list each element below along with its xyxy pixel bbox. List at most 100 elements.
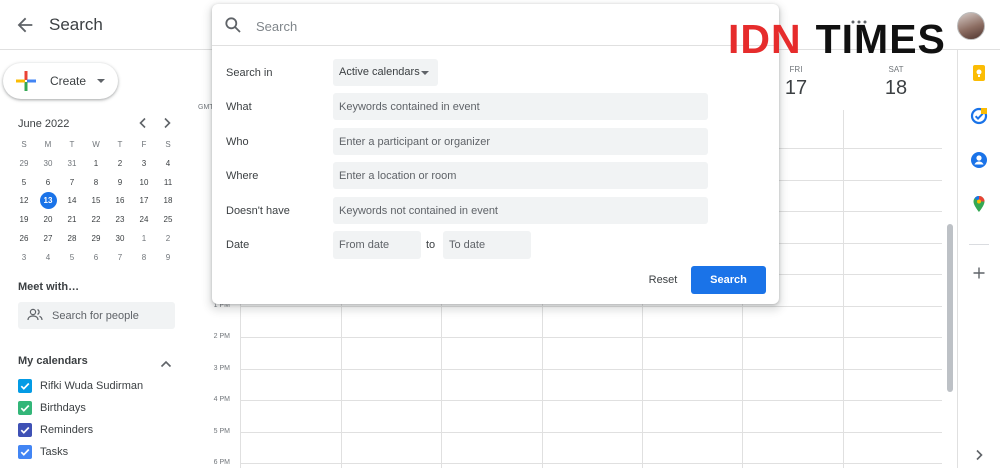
mini-calendar-day[interactable]: 9 [156, 249, 180, 268]
watermark-part-idn: IDN [728, 16, 802, 62]
mini-calendar-day[interactable]: 15 [84, 192, 108, 211]
where-label: Where [226, 170, 259, 182]
mini-calendar-day[interactable]: 24 [132, 211, 156, 230]
expand-icon[interactable] [970, 446, 988, 464]
hour-label: 4 PM [213, 396, 230, 403]
search-input[interactable] [256, 15, 736, 37]
mini-calendar-day[interactable]: 8 [84, 174, 108, 193]
to-date-field[interactable] [443, 231, 531, 259]
weekday-label: W [92, 140, 100, 149]
hour-label: 2 PM [213, 333, 230, 340]
mini-calendar-day[interactable]: 22 [84, 211, 108, 230]
hour-label: 6 PM [213, 459, 230, 466]
chevron-right-icon[interactable] [161, 117, 173, 132]
search-button[interactable]: Search [691, 266, 766, 294]
mini-calendar-day[interactable]: 6 [84, 249, 108, 268]
add-icon[interactable] [970, 264, 988, 282]
mini-calendar-day[interactable]: 16 [108, 192, 132, 211]
mini-calendar-day[interactable]: 31 [60, 155, 84, 174]
mini-calendar-day[interactable]: 5 [12, 174, 36, 193]
search-in-label: Search in [226, 67, 273, 79]
what-field[interactable] [333, 93, 708, 120]
contacts-icon[interactable] [970, 151, 988, 169]
hour-gridline [240, 337, 942, 338]
mini-calendar-day[interactable]: 18 [156, 192, 180, 211]
day-number[interactable]: 18 [861, 77, 931, 100]
checkbox-checked-icon[interactable] [18, 401, 32, 415]
weekday-label: T [69, 140, 75, 149]
mini-calendar-day[interactable]: 14 [60, 192, 84, 211]
side-panel [957, 50, 1000, 468]
mini-calendar-day[interactable]: 6 [36, 174, 60, 193]
doesnt-have-field[interactable] [333, 197, 708, 224]
search-icon [224, 16, 242, 39]
mini-calendar-day[interactable]: 13 [36, 192, 60, 211]
mini-calendar-day[interactable]: 3 [12, 249, 36, 268]
side-panel-divider [969, 244, 989, 245]
people-icon [27, 308, 43, 327]
search-in-select[interactable]: Active calendars [333, 59, 438, 86]
doesnt-have-label: Doesn't have [226, 205, 290, 217]
date-label: Date [226, 239, 250, 251]
mini-calendar-day[interactable]: 30 [36, 155, 60, 174]
caret-down-icon [421, 71, 429, 75]
meet-with-title: Meet with… [18, 281, 80, 293]
scrollbar-thumb[interactable] [947, 224, 953, 392]
mini-calendar-day[interactable]: 9 [108, 174, 132, 193]
weekday-label: M [44, 140, 52, 149]
search-people-label: Search for people [52, 310, 139, 322]
mini-calendar-day[interactable]: 20 [36, 211, 60, 230]
reset-button[interactable]: Reset [640, 266, 686, 294]
mini-calendar-day[interactable]: 4 [156, 155, 180, 174]
mini-calendar-day[interactable]: 21 [60, 211, 84, 230]
mini-calendar-day[interactable]: 30 [108, 230, 132, 249]
mini-calendar-day[interactable]: 25 [156, 211, 180, 230]
create-button[interactable]: Create [3, 63, 118, 99]
avatar[interactable] [957, 12, 985, 40]
mini-calendar-day[interactable]: 28 [60, 230, 84, 249]
mini-calendar-day[interactable]: 29 [12, 155, 36, 174]
mini-calendar-day[interactable]: 3 [132, 155, 156, 174]
back-arrow-icon[interactable] [14, 14, 36, 36]
maps-icon[interactable] [970, 195, 988, 213]
mini-calendar-day[interactable]: 23 [108, 211, 132, 230]
chevron-left-icon[interactable] [137, 117, 149, 132]
mini-calendar-day[interactable]: 5 [60, 249, 84, 268]
mini-calendar-day[interactable]: 17 [132, 192, 156, 211]
what-label: What [226, 101, 252, 113]
mini-calendar-day[interactable]: 7 [108, 249, 132, 268]
search-people-input[interactable]: Search for people [18, 302, 175, 329]
calendar-label: Tasks [40, 446, 69, 458]
weekday-label: S [165, 140, 171, 149]
who-field[interactable] [333, 128, 708, 155]
mini-calendar-day[interactable]: 7 [60, 174, 84, 193]
plus-icon [15, 70, 37, 92]
mini-calendar-day[interactable]: 8 [132, 249, 156, 268]
calendar-label: Reminders [40, 424, 94, 436]
checkbox-checked-icon[interactable] [18, 379, 32, 393]
keep-icon[interactable] [970, 64, 988, 82]
hour-gridline [240, 463, 942, 464]
mini-calendar-day[interactable]: 2 [156, 230, 180, 249]
mini-calendar-day[interactable]: 10 [132, 174, 156, 193]
idn-times-watermark: IDN TIMES [728, 17, 946, 61]
mini-calendar-day[interactable]: 12 [12, 192, 36, 211]
where-field[interactable] [333, 162, 708, 189]
mini-calendar-day[interactable]: 11 [156, 174, 180, 193]
checkbox-checked-icon[interactable] [18, 423, 32, 437]
mini-calendar-day[interactable]: 26 [12, 230, 36, 249]
mini-calendar-day[interactable]: 29 [84, 230, 108, 249]
tasks-icon[interactable] [970, 107, 988, 125]
mini-calendar-day[interactable]: 2 [108, 155, 132, 174]
mini-calendar-day[interactable]: 4 [36, 249, 60, 268]
mini-calendar-day[interactable]: 1 [84, 155, 108, 174]
calendar-label: Rifki Wuda Sudirman [40, 380, 144, 392]
chevron-up-icon[interactable] [160, 356, 172, 374]
day-header[interactable]: SAT 18 [861, 65, 931, 100]
checkbox-checked-icon[interactable] [18, 445, 32, 459]
mini-calendar-day[interactable]: 1 [132, 230, 156, 249]
hour-gridline [240, 400, 942, 401]
from-date-field[interactable] [333, 231, 421, 259]
mini-calendar-day[interactable]: 19 [12, 211, 36, 230]
mini-calendar-day[interactable]: 27 [36, 230, 60, 249]
